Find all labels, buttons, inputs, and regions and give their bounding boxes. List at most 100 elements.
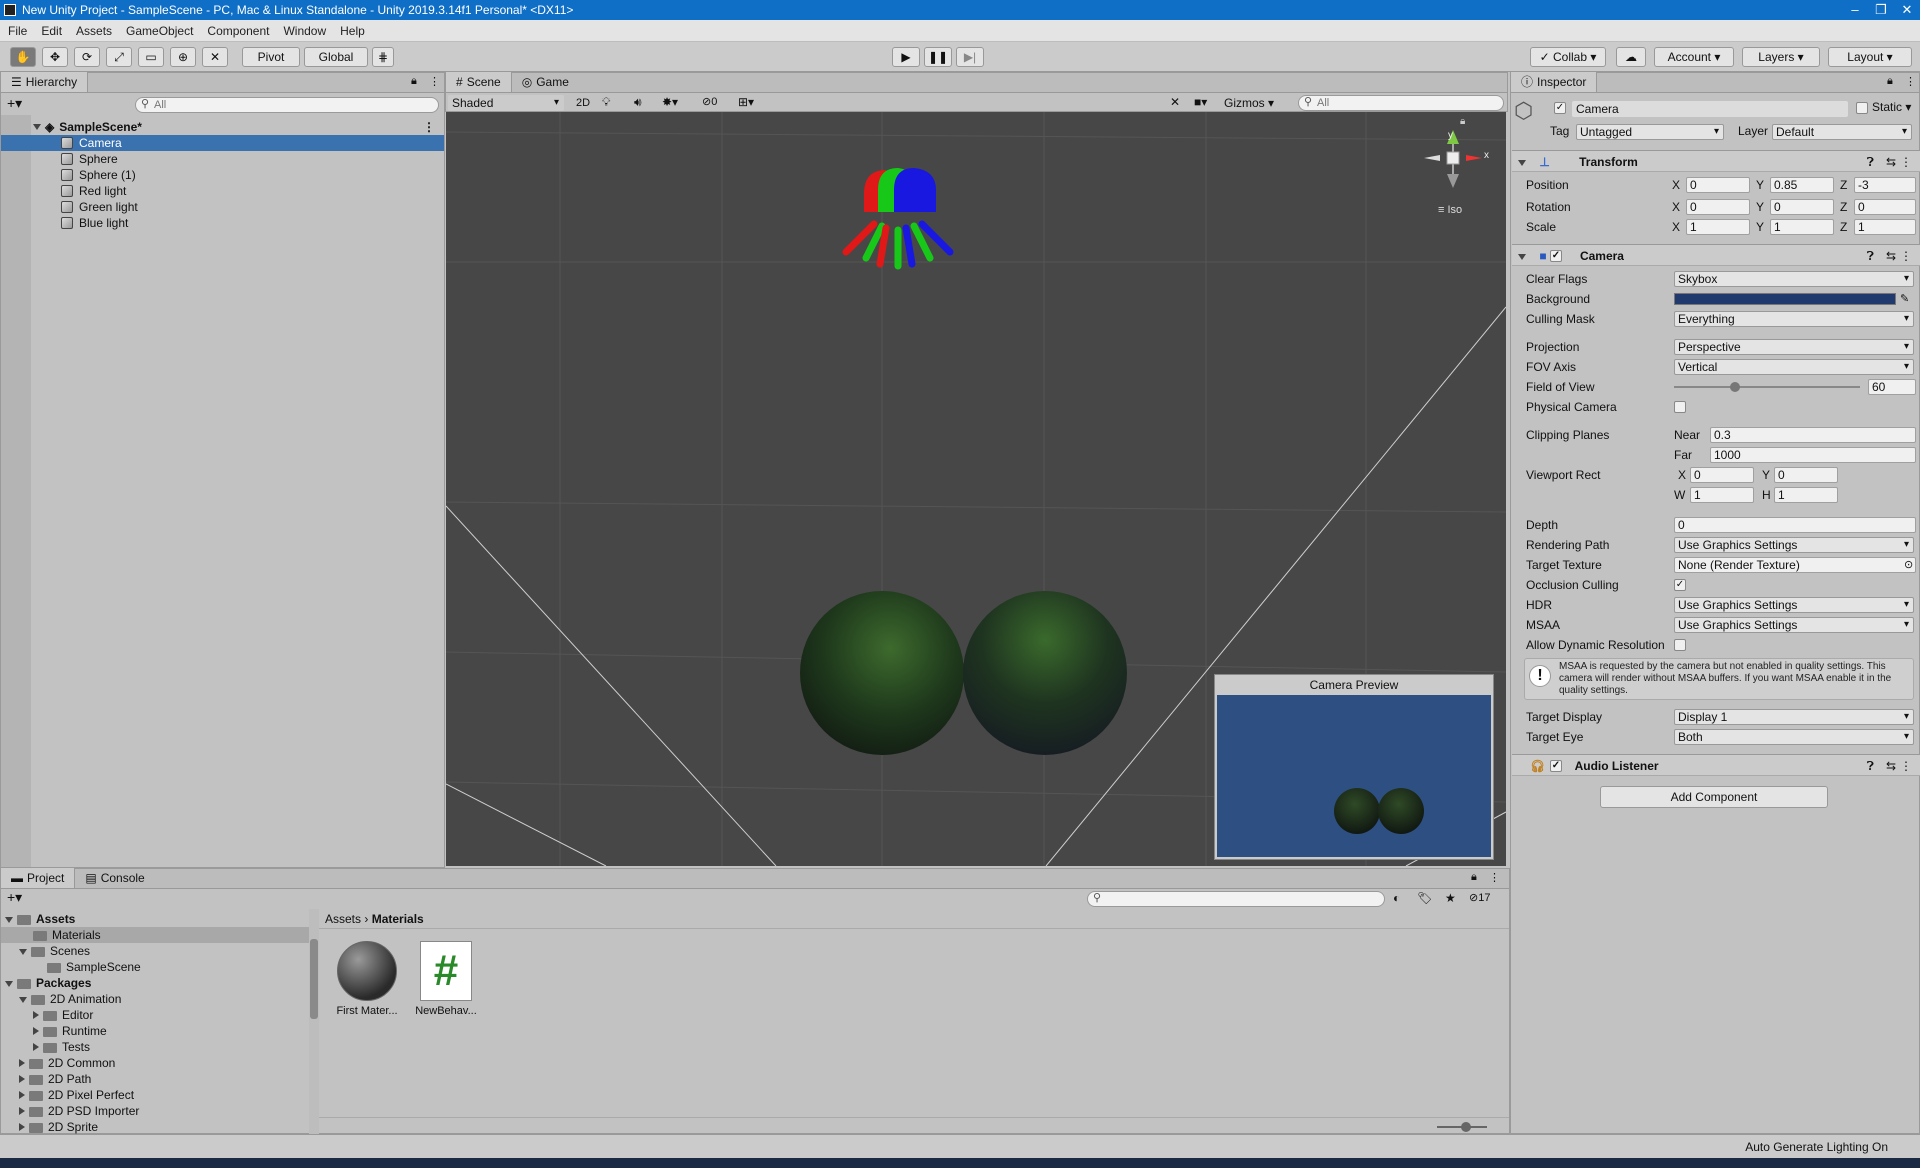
tree-item-2d-animation[interactable]: 2D Animation bbox=[19, 991, 121, 1007]
breadcrumb-assets[interactable]: Assets bbox=[325, 912, 361, 926]
breadcrumb-materials[interactable]: Materials bbox=[372, 912, 424, 926]
maximize-icon[interactable]: ❐ bbox=[1868, 0, 1894, 20]
tree-scrollbar-thumb[interactable] bbox=[310, 939, 318, 1019]
camera-enabled-checkbox[interactable]: ✓ bbox=[1550, 250, 1562, 262]
pivot-toggle[interactable]: Pivot bbox=[242, 47, 300, 67]
zoom-slider-thumb[interactable] bbox=[1461, 1122, 1471, 1132]
collapsed-arrow-icon[interactable] bbox=[19, 1091, 25, 1099]
lock-icon[interactable]: 🔒︎ bbox=[1887, 75, 1893, 88]
favorites-star-icon[interactable]: ★ bbox=[1445, 891, 1456, 905]
expand-arrow-icon[interactable] bbox=[5, 917, 13, 923]
menu-help[interactable]: Help bbox=[340, 24, 365, 38]
collapsed-arrow-icon[interactable] bbox=[19, 1107, 25, 1115]
component-menu-icon[interactable]: ⋮ bbox=[1900, 151, 1912, 173]
search-by-label-icon[interactable]: 🏷︎ bbox=[1417, 891, 1432, 905]
transform-component-header[interactable]: ⊥ Transform ❓︎ ⇆ ⋮ bbox=[1512, 150, 1920, 172]
pause-button[interactable]: ❚❚ bbox=[924, 47, 952, 67]
scene-viewport[interactable]: y x 🔒︎ ≡ Iso Camera Preview bbox=[446, 112, 1506, 866]
asset-first-material[interactable]: First Mater... bbox=[335, 941, 399, 1033]
rendering-path-dropdown[interactable]: Use Graphics Settings bbox=[1674, 537, 1914, 553]
tab-hierarchy[interactable]: ☰ Hierarchy bbox=[1, 72, 89, 92]
layers-dropdown[interactable]: Layers ▾ bbox=[1742, 47, 1820, 67]
sphere-object[interactable] bbox=[800, 591, 964, 755]
component-menu-icon[interactable]: ⋮ bbox=[1900, 245, 1912, 267]
target-eye-dropdown[interactable]: Both bbox=[1674, 729, 1914, 745]
component-menu-icon[interactable]: ⋮ bbox=[1900, 755, 1912, 777]
tree-item-packages[interactable]: Packages bbox=[5, 975, 91, 991]
object-name-field[interactable]: Camera bbox=[1572, 101, 1848, 117]
audio-listener-enabled-checkbox[interactable]: ✓ bbox=[1550, 760, 1562, 772]
help-icon[interactable]: ❓︎ bbox=[1867, 755, 1874, 777]
help-icon[interactable]: ❓︎ bbox=[1867, 245, 1874, 267]
tree-item-runtime[interactable]: Runtime bbox=[33, 1023, 107, 1039]
rotate-tool-icon[interactable]: ⟳ bbox=[74, 47, 100, 67]
scale-tool-icon[interactable]: ⤢ bbox=[106, 47, 132, 67]
move-tool-icon[interactable]: ✥ bbox=[42, 47, 68, 67]
target-display-dropdown[interactable]: Display 1 bbox=[1674, 709, 1914, 725]
collapsed-arrow-icon[interactable] bbox=[33, 1011, 39, 1019]
scale-x-field[interactable]: 1 bbox=[1686, 219, 1750, 235]
camera-component-header[interactable]: ■ ✓ Camera ❓︎ ⇆ ⋮ bbox=[1512, 244, 1920, 266]
hierarchy-search-input[interactable]: All bbox=[135, 97, 439, 113]
scene-root-row[interactable]: ◈ SampleScene* ⋮ bbox=[33, 119, 443, 135]
asset-newbehaviour-script[interactable]: # NewBehav... bbox=[411, 941, 481, 1033]
projection-iso-toggle[interactable]: ≡ Iso bbox=[1438, 204, 1462, 216]
panel-menu-icon[interactable]: ⋮ bbox=[429, 75, 440, 88]
panel-menu-icon[interactable]: ⋮ bbox=[1489, 871, 1500, 884]
hdr-dropdown[interactable]: Use Graphics Settings bbox=[1674, 597, 1914, 613]
menu-gameobject[interactable]: GameObject bbox=[126, 24, 193, 38]
hierarchy-item-camera[interactable]: Camera bbox=[1, 135, 444, 151]
light-gizmos-icon[interactable] bbox=[842, 168, 954, 270]
rotation-z-field[interactable]: 0 bbox=[1854, 199, 1916, 215]
tab-project[interactable]: ▬ Project bbox=[1, 868, 76, 888]
hierarchy-item-sphere[interactable]: Sphere bbox=[61, 151, 118, 167]
scene-orientation-gizmo[interactable] bbox=[1424, 130, 1482, 188]
tree-item-materials[interactable]: Materials bbox=[1, 927, 311, 943]
viewport-y-field[interactable]: 0 bbox=[1774, 467, 1838, 483]
rect-tool-icon[interactable]: ▭ bbox=[138, 47, 164, 67]
tab-game[interactable]: ◎ Game bbox=[512, 72, 579, 92]
fov-slider-thumb[interactable] bbox=[1730, 382, 1741, 392]
audio-listener-component-header[interactable]: 🎧︎ ✓ Audio Listener ❓︎ ⇆ ⋮ bbox=[1512, 754, 1920, 776]
collapsed-arrow-icon[interactable] bbox=[33, 1043, 39, 1051]
menu-edit[interactable]: Edit bbox=[41, 24, 62, 38]
tag-dropdown[interactable]: Untagged bbox=[1576, 124, 1724, 140]
hand-tool-icon[interactable]: ✋ bbox=[10, 47, 36, 67]
project-search-input[interactable] bbox=[1087, 891, 1385, 907]
rotation-y-field[interactable]: 0 bbox=[1770, 199, 1834, 215]
collapsed-arrow-icon[interactable] bbox=[19, 1075, 25, 1083]
tree-item-editor[interactable]: Editor bbox=[33, 1007, 93, 1023]
collapsed-arrow-icon[interactable] bbox=[19, 1123, 25, 1131]
tree-item-assets[interactable]: Assets bbox=[5, 911, 75, 927]
minimize-icon[interactable]: – bbox=[1842, 0, 1868, 20]
position-z-field[interactable]: -3 bbox=[1854, 177, 1916, 193]
clear-flags-dropdown[interactable]: Skybox bbox=[1674, 271, 1914, 287]
layout-dropdown[interactable]: Layout ▾ bbox=[1828, 47, 1912, 67]
account-dropdown[interactable]: Account ▾ bbox=[1654, 47, 1734, 67]
far-field[interactable]: 1000 bbox=[1710, 447, 1916, 463]
scene-menu-icon[interactable]: ⋮ bbox=[423, 119, 435, 135]
lighting-toggle-icon[interactable]: 💡︎ bbox=[602, 95, 610, 110]
viewport-w-field[interactable]: 1 bbox=[1690, 487, 1754, 503]
add-component-button[interactable]: Add Component bbox=[1600, 786, 1828, 808]
occlusion-culling-checkbox[interactable]: ✓ bbox=[1674, 579, 1686, 591]
position-x-field[interactable]: 0 bbox=[1686, 177, 1750, 193]
global-toggle[interactable]: Global bbox=[304, 47, 368, 67]
hierarchy-item-red-light[interactable]: Red light bbox=[61, 183, 126, 199]
create-add-button[interactable]: +▾ bbox=[7, 95, 22, 112]
near-field[interactable]: 0.3 bbox=[1710, 427, 1916, 443]
camera-settings-icon[interactable]: ■▾ bbox=[1194, 95, 1207, 109]
effects-toggle-icon[interactable]: ✸▾ bbox=[662, 95, 678, 109]
preset-icon[interactable]: ⇆ bbox=[1886, 755, 1896, 777]
projection-dropdown[interactable]: Perspective bbox=[1674, 339, 1914, 355]
menu-window[interactable]: Window bbox=[283, 24, 326, 38]
custom-tool-icon[interactable]: ✕ bbox=[202, 47, 228, 67]
tree-item-samplescene[interactable]: SampleScene bbox=[47, 959, 141, 975]
play-button[interactable]: ▶ bbox=[892, 47, 920, 67]
tree-item-2d-common[interactable]: 2D Common bbox=[19, 1055, 115, 1071]
menu-component[interactable]: Component bbox=[207, 24, 269, 38]
tree-item-tests[interactable]: Tests bbox=[33, 1039, 90, 1055]
search-by-type-icon[interactable]: ◐ bbox=[1393, 891, 1400, 905]
expand-arrow-icon[interactable] bbox=[19, 997, 27, 1003]
audio-toggle-icon[interactable]: 🔊︎ bbox=[634, 95, 642, 110]
